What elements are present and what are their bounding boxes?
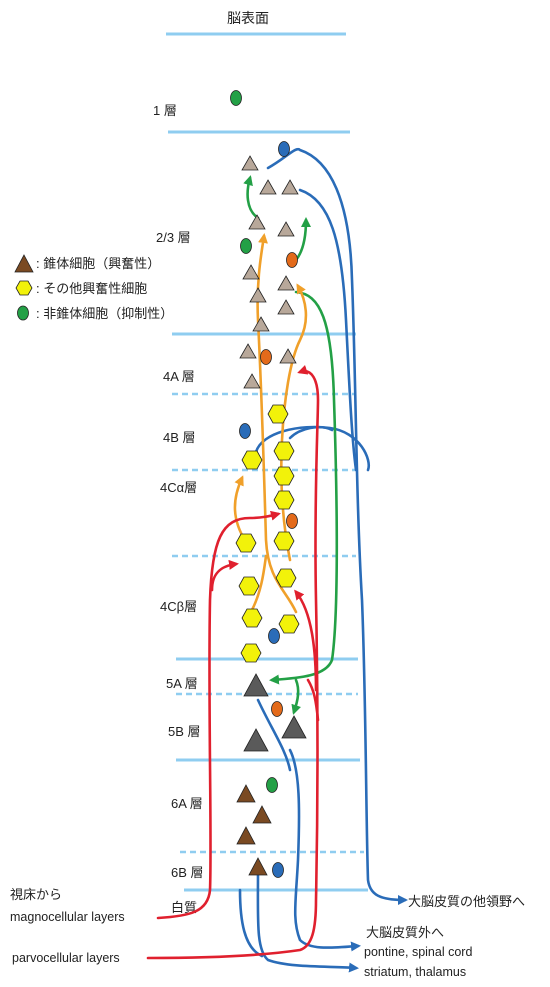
input-parvocellular: parvocellular layers	[12, 951, 120, 965]
output-striatum: striatum, thalamus	[364, 965, 466, 979]
pyr-6B	[248, 857, 268, 876]
output-pontine: pontine, spinal cord	[364, 945, 472, 959]
pyr-23-5	[277, 221, 295, 237]
input-from-thalamus: 視床から	[10, 887, 62, 902]
red-path-magno-branch	[210, 559, 239, 592]
legend-pyramid-label: : 錐体細胞（興奮性）	[36, 256, 160, 271]
pyr-23-8	[249, 287, 267, 303]
pyr-23-3	[281, 179, 299, 195]
cell-orange-4Ca	[286, 513, 298, 529]
pyr-23-9	[277, 299, 295, 315]
green-path-23-right	[294, 217, 311, 262]
pyr-4A-3	[243, 373, 261, 389]
hex-4Cb-4	[278, 614, 300, 634]
legend-pyramid-icon	[14, 254, 34, 273]
layer-label-23: 2/3 層	[156, 230, 191, 245]
orange-path-4Ca-to-4B	[233, 475, 248, 544]
hex-4Ca-3	[235, 533, 257, 553]
pyr-23-10	[252, 316, 270, 332]
output-labels: 大脳皮質の他領野へ 大脳皮質外へ pontine, spinal cord st…	[364, 894, 525, 979]
hex-4B-2	[273, 441, 295, 461]
green-path-to-5B	[291, 678, 301, 715]
pyr-23-4	[248, 214, 266, 230]
excitatory-hex-cells	[235, 404, 300, 663]
layer-labels: 1 層 2/3 層 4A 層 4B 層 4Cα層 4Cβ層 5A 層 5B 層 …	[153, 103, 204, 915]
layer-label-5A: 5A 層	[166, 676, 198, 691]
blue-path-5B-to-extra	[288, 748, 361, 952]
brain-surface-title: 脳表面	[227, 10, 269, 26]
pyr-5B-1	[243, 728, 269, 752]
pyr-5B-2	[281, 715, 307, 739]
red-path-magnocellular	[156, 510, 281, 920]
pyr-23-2	[259, 179, 277, 195]
layer-label-5B: 5B 層	[168, 724, 201, 739]
input-magnocellular: magnocellular layers	[10, 910, 125, 924]
layer-label-4Cb: 4Cβ層	[160, 599, 197, 614]
green-path-23-left	[243, 175, 260, 220]
layer-label-4B: 4B 層	[163, 430, 196, 445]
diagram-svg: 脳表面 1 層 2/3 層 4A 層 4B 層 4Cα層 4Cβ層 5A 層 5…	[10, 10, 525, 979]
cell-green-6A	[266, 777, 278, 793]
pyr-6A-2	[252, 805, 272, 824]
legend-ellipse-icon	[17, 305, 29, 321]
hex-4Ca-4	[273, 531, 295, 551]
hex-4Ca-2	[273, 490, 295, 510]
legend-hexagon-label: : その他興奮性細胞	[36, 281, 147, 296]
layer-boundaries	[166, 32, 368, 892]
layer-label-4A: 4A 層	[163, 369, 195, 384]
pyr-23-1	[241, 155, 259, 171]
pyr-23-7	[277, 275, 295, 291]
hex-4Cb-3	[241, 608, 263, 628]
legend-ellipse-label: : 非錐体細胞（抑制性）	[36, 306, 173, 321]
pyr-4A-1	[239, 343, 257, 359]
cell-blue-4B	[239, 423, 251, 439]
cortex-layer-diagram: 脳表面 1 層 2/3 層 4A 層 4B 層 4Cα層 4Cβ層 5A 層 5…	[0, 0, 550, 987]
hex-4B-3	[241, 450, 263, 470]
layer-label-4Ca: 4Cα層	[160, 480, 197, 495]
legend-hexagon-icon	[15, 280, 33, 296]
hex-4Cb-2	[238, 576, 260, 596]
pyramidal-cells-layer6	[236, 784, 272, 876]
output-extra-cortex: 大脳皮質外へ	[366, 925, 444, 940]
pyr-5A	[243, 673, 269, 697]
legend: : 錐体細胞（興奮性） : その他興奮性細胞 : 非錐体細胞（抑制性）	[14, 254, 173, 321]
cell-orange-5B	[271, 701, 283, 717]
cell-orange-23	[286, 252, 298, 268]
layer-label-6A: 6A 層	[171, 796, 203, 811]
cell-blue-4Cb	[268, 628, 280, 644]
pyr-6A-1	[236, 784, 256, 803]
layer-label-6B: 6B 層	[171, 865, 204, 880]
pyr-6A-3	[236, 826, 256, 845]
cell-blue-6B	[272, 862, 284, 878]
cell-green-23	[240, 238, 252, 254]
cell-green-L1	[230, 90, 242, 106]
input-labels: 視床から magnocellular layers parvocellular …	[10, 887, 125, 965]
output-other-cortex: 大脳皮質の他領野へ	[408, 894, 525, 909]
cell-orange-4A	[260, 349, 272, 365]
pyr-23-6	[242, 264, 260, 280]
layer-label-1: 1 層	[153, 103, 177, 118]
cell-blue-23a	[278, 141, 290, 157]
